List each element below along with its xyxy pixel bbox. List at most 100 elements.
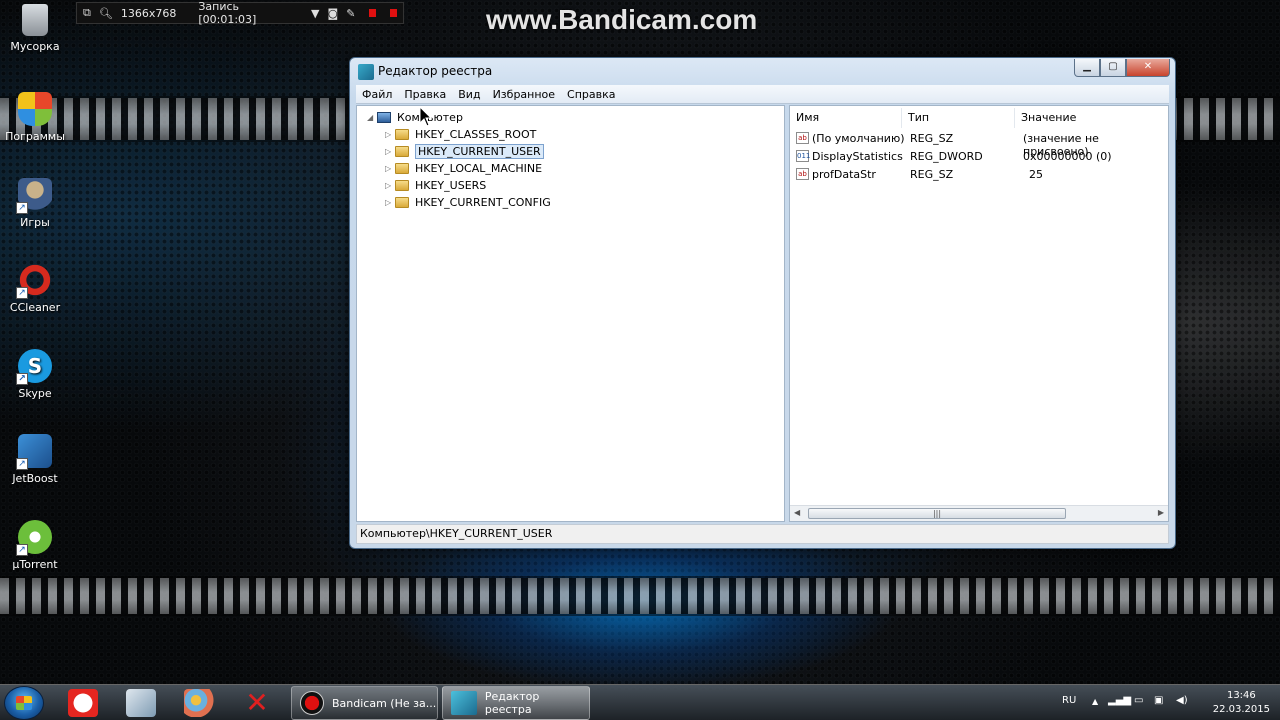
language-indicator[interactable]: RU (1062, 695, 1076, 706)
horizontal-scrollbar[interactable]: ◀ ||| ▶ (790, 505, 1168, 521)
skype-icon: S ↗ (16, 349, 52, 385)
column-header-value[interactable]: Значение (1015, 108, 1165, 128)
tree-root[interactable]: ◢ Компьютер (367, 109, 463, 125)
value-row[interactable]: 011 DisplayStatistics REG_DWORD 0x000000… (794, 149, 1164, 166)
chevron-down-icon[interactable]: ▼ (311, 7, 319, 20)
string-value-icon: ab (796, 132, 809, 144)
value-type: REG_DWORD (910, 150, 983, 163)
expand-arrow-icon[interactable]: ▷ (385, 198, 395, 207)
window-title: Редактор реестра (378, 64, 493, 78)
status-bar: Компьютер\HKEY_CURRENT_USER (356, 524, 1169, 544)
ccleaner-icon: ↗ (16, 263, 52, 299)
shortcut-arrow-icon: ↗ (16, 373, 28, 385)
key-tree: ◢ Компьютер ▷ HKEY_CLASSES_ROOT ▷ HKEY_C… (356, 105, 785, 522)
menu-edit[interactable]: Правка (398, 88, 452, 101)
close-x-app-icon[interactable]: ✕ (242, 689, 272, 717)
battery-icon[interactable]: ▭ (1134, 695, 1143, 706)
menu-favorites[interactable]: Избранное (487, 88, 561, 101)
desktop-icon-games[interactable]: ↗ Игры (2, 178, 68, 229)
expand-arrow-icon[interactable]: ▷ (385, 181, 395, 190)
desktop-icon-label: Игры (20, 216, 50, 229)
menu-view[interactable]: Вид (452, 88, 486, 101)
computer-icon (377, 111, 391, 123)
window-mode-icon[interactable]: ⧉ (83, 6, 91, 20)
network-icon[interactable]: ▂▄▆ (1108, 695, 1131, 706)
value-type: REG_SZ (910, 132, 954, 145)
tree-item-hkcr[interactable]: ▷ HKEY_CLASSES_ROOT (385, 126, 536, 142)
utorrent-icon: ↗ (16, 520, 52, 556)
desktop-icon-ccleaner[interactable]: ↗ CCleaner (2, 263, 68, 314)
close-button[interactable]: ✕ (1126, 59, 1170, 77)
clock-time: 13:46 (1226, 690, 1256, 701)
taskbar-item-label: Редактор реестра (484, 690, 540, 716)
menu-file[interactable]: Файл (356, 88, 398, 101)
jetboost-icon: ↗ (16, 434, 52, 470)
scroll-left-arrow-icon[interactable]: ◀ (794, 508, 800, 517)
desktop-icon-recycle-bin[interactable]: Мусорка (2, 4, 68, 53)
value-data: 25 (1029, 168, 1043, 181)
value-name: (По умолчанию) (812, 132, 905, 145)
desktop-icon-programs[interactable]: Пограммы (2, 92, 68, 143)
tree-item-hkcu[interactable]: ▷ HKEY_CURRENT_USER (385, 143, 544, 159)
windows-logo-icon (16, 696, 32, 710)
scroll-right-arrow-icon[interactable]: ▶ (1158, 508, 1164, 517)
recorder-resolution: 1366x768 (120, 6, 177, 20)
search-icon: 🔍︎ (98, 6, 113, 20)
tree-item-hkcc[interactable]: ▷ HKEY_CURRENT_CONFIG (385, 194, 551, 210)
yandex-browser-icon[interactable] (68, 689, 98, 717)
tray-expand-icon[interactable]: ▲ (1092, 697, 1098, 706)
tree-item-hku[interactable]: ▷ HKEY_USERS (385, 177, 486, 193)
paint-icon[interactable] (184, 689, 214, 717)
column-header-name[interactable]: Имя (790, 108, 902, 128)
device-icon[interactable]: ▣ (1154, 695, 1163, 706)
scrollbar-thumb[interactable]: ||| (808, 508, 1066, 519)
value-row[interactable]: ab (По умолчанию) REG_SZ (значение не пр… (794, 131, 1164, 158)
menu-help[interactable]: Справка (561, 88, 621, 101)
regedit-icon (451, 691, 477, 715)
pause-icon[interactable] (369, 9, 377, 17)
camera-icon[interactable]: ◙ (328, 7, 339, 20)
value-data: 0x00000000 (0) (1023, 150, 1112, 163)
bandicam-icon (300, 691, 324, 715)
games-icon: ↗ (16, 178, 52, 214)
tree-item-label: HKEY_CLASSES_ROOT (415, 127, 537, 141)
value-type: REG_SZ (910, 168, 954, 181)
folder-icon (395, 162, 409, 174)
folder-icon (395, 145, 409, 157)
value-row[interactable]: ab profDataStr REG_SZ 25 (794, 167, 1164, 184)
volume-icon[interactable]: ◀) (1176, 695, 1188, 706)
stop-icon[interactable] (390, 9, 398, 17)
system-tray: RU ▲ ▂▄▆ ▭ ▣ ◀) 13:46 22.03.2015 (1050, 685, 1280, 720)
string-value-icon: ab (796, 168, 809, 180)
desktop-icon-jetboost[interactable]: ↗ JetBoost (2, 434, 68, 485)
wallpaper-band-bottom-shade (0, 576, 1280, 616)
expand-arrow-icon[interactable]: ▷ (385, 147, 395, 156)
mouse-cursor-icon (419, 106, 433, 127)
desktop-icon-label: Skype (18, 387, 52, 400)
desktop-icon-skype[interactable]: S ↗ Skype (2, 349, 68, 400)
expand-arrow-icon[interactable]: ▷ (385, 164, 395, 173)
values-list: Имя Тип Значение ab (По умолчанию) REG_S… (789, 105, 1169, 522)
collapse-arrow-icon[interactable]: ◢ (367, 113, 377, 122)
taskbar-item-bandicam[interactable]: Bandicam (Не за... (291, 686, 438, 720)
expand-arrow-icon[interactable]: ▷ (385, 130, 395, 139)
pencil-icon[interactable]: ✎ (346, 7, 355, 20)
taskbar-item-regedit[interactable]: Редактор реестра (442, 686, 590, 720)
clock-date: 22.03.2015 (1212, 704, 1270, 715)
tree-item-label-selected: HKEY_CURRENT_USER (415, 143, 544, 159)
minimize-button[interactable]: ▁ (1074, 59, 1100, 77)
tree-item-label: HKEY_CURRENT_CONFIG (415, 195, 551, 209)
shortcut-arrow-icon: ↗ (16, 202, 28, 214)
start-button[interactable] (4, 686, 44, 720)
tree-item-hklm[interactable]: ▷ HKEY_LOCAL_MACHINE (385, 160, 542, 176)
desktop-icon-utorrent[interactable]: ↗ µTorrent (2, 520, 68, 571)
title-bar[interactable]: Редактор реестра ▁ ▢ ✕ (350, 58, 1175, 84)
tree-item-label: HKEY_USERS (415, 178, 487, 192)
dword-value-icon: 011 (796, 150, 811, 162)
column-header-type[interactable]: Тип (902, 108, 1015, 128)
clock[interactable]: 13:46 22.03.2015 (1213, 689, 1270, 717)
maximize-button[interactable]: ▢ (1100, 59, 1126, 77)
file-manager-icon[interactable] (126, 689, 156, 717)
shortcut-arrow-icon: ↗ (16, 544, 28, 556)
watermark: www.Bandicam.com (486, 4, 758, 35)
